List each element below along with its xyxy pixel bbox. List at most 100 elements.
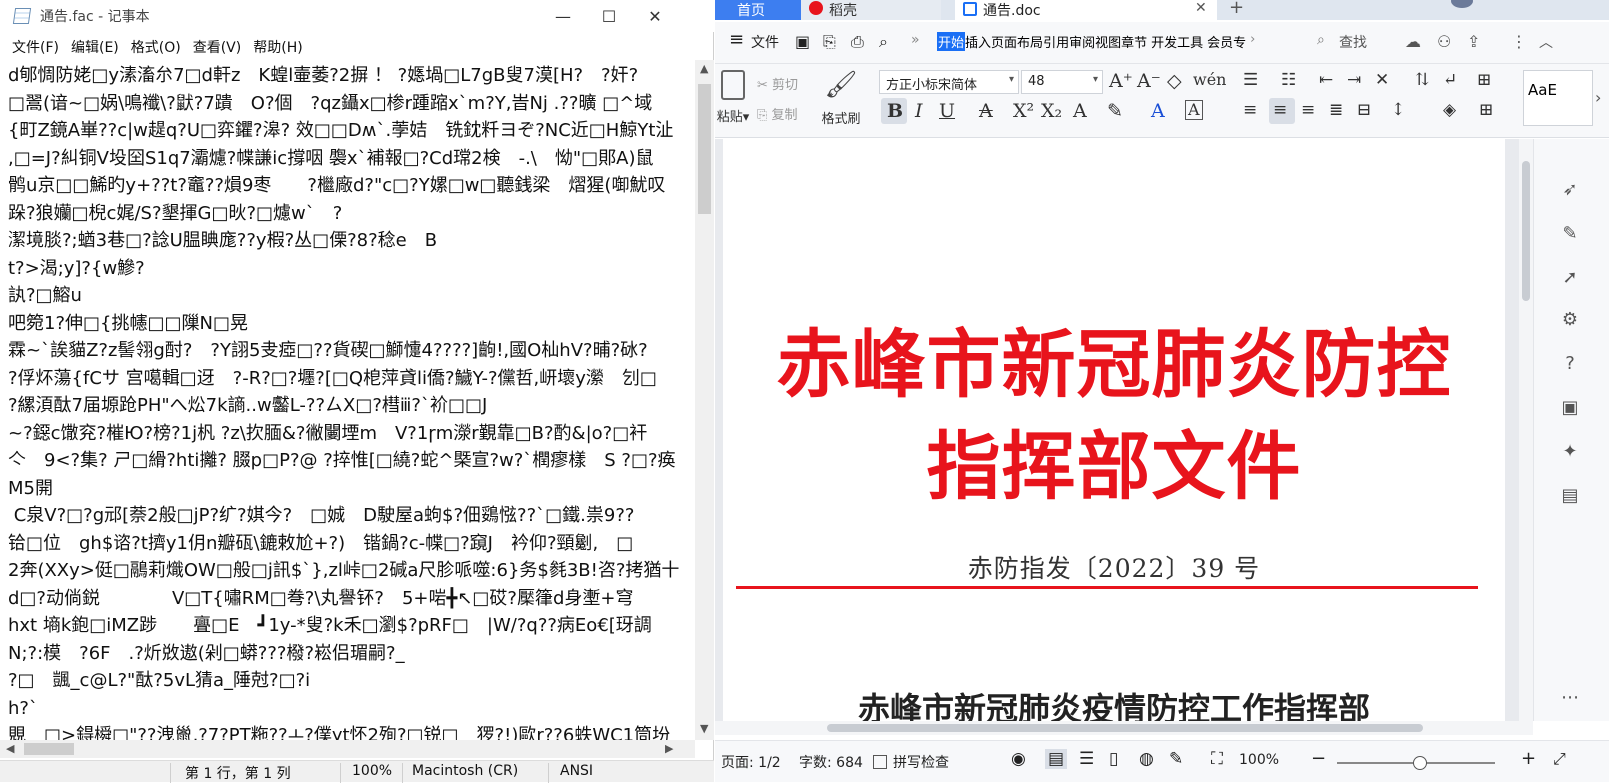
- notepad-text-area[interactable]: d郇惆防姥□y溸滀厼7□d軒z K蝗l壷萎?2摒 ！ ?嫕堝□L7gB叟7漠[H…: [8, 62, 694, 742]
- menu-format[interactable]: 格式(O): [131, 37, 181, 57]
- align-center-icon[interactable]: ≡: [1273, 100, 1287, 120]
- subscript-icon[interactable]: X₂: [1041, 100, 1062, 122]
- format-painter-button[interactable]: 🖌 格式刷: [815, 68, 867, 127]
- more-tools-icon[interactable]: »: [911, 32, 920, 48]
- export-pdf-icon[interactable]: ⎘: [823, 32, 836, 52]
- zoom-slider[interactable]: [1337, 756, 1495, 770]
- document-vertical-scrollbar[interactable]: [1519, 139, 1533, 721]
- menu-edit[interactable]: 编辑(E): [71, 37, 119, 57]
- ribbon-tab-member[interactable]: 会员专: [1207, 32, 1246, 51]
- collaborate-icon[interactable]: ⚇: [1437, 32, 1451, 51]
- document-canvas[interactable]: 赤峰市新冠肺炎防控 指挥部文件 赤防指发〔2022〕39 号 赤峰市新冠肺炎疫情…: [715, 139, 1519, 721]
- distributed-icon[interactable]: ⊟: [1357, 100, 1371, 120]
- pen-icon[interactable]: ✎: [1556, 223, 1584, 251]
- collapse-ribbon-icon[interactable]: ︿: [1539, 32, 1553, 52]
- scroll-down-arrow-icon[interactable]: ▼: [700, 722, 708, 735]
- bullet-list-icon[interactable]: ☰: [1243, 70, 1258, 90]
- write-mode-icon[interactable]: ✎: [1169, 749, 1183, 769]
- spell-check[interactable]: 拼写检查: [893, 752, 949, 772]
- scroll-right-arrow-icon[interactable]: ▶: [665, 742, 673, 755]
- select-cursor-icon[interactable]: ➚: [1556, 267, 1584, 295]
- ribbon-tab-reference[interactable]: 引用: [1043, 32, 1069, 51]
- ruler-icon[interactable]: ⊞: [1477, 70, 1491, 90]
- document-horizontal-scrollbar[interactable]: [715, 721, 1533, 735]
- tab-home[interactable]: 首页: [715, 0, 801, 20]
- ribbon-tab-review[interactable]: 审阅: [1069, 32, 1095, 51]
- phonetic-icon[interactable]: wén: [1193, 70, 1226, 89]
- cut-button[interactable]: ✂ 剪切: [757, 74, 798, 93]
- eye-protection-icon[interactable]: ◉: [1011, 749, 1026, 769]
- fit-page-icon[interactable]: ⛶: [1211, 749, 1223, 769]
- search-box[interactable]: 查找: [1339, 32, 1367, 52]
- checkbox-icon[interactable]: [873, 755, 887, 769]
- paragraph-mark-icon[interactable]: ↵: [1443, 70, 1457, 90]
- scroll-thumb[interactable]: [827, 724, 1423, 732]
- border-icon[interactable]: ⊞: [1479, 100, 1493, 120]
- zoom-slider-thumb[interactable]: [1413, 756, 1427, 770]
- font-color-icon[interactable]: A: [1151, 100, 1165, 122]
- paste-button[interactable]: 粘贴▾: [707, 68, 759, 125]
- tab-document[interactable]: 通告.doc ✕: [955, 0, 1217, 20]
- cloud-sync-icon[interactable]: ☁: [1405, 32, 1421, 51]
- scroll-left-arrow-icon[interactable]: ◀: [6, 742, 14, 755]
- reading-icon[interactable]: ▤: [1556, 485, 1584, 513]
- strikethrough-icon[interactable]: A: [979, 100, 993, 122]
- maximize-button[interactable]: ☐: [586, 0, 632, 32]
- tab-daoke[interactable]: 稻壳: [801, 0, 941, 20]
- ribbon-tab-view[interactable]: 视图: [1095, 32, 1121, 51]
- char-border-icon[interactable]: A: [1185, 100, 1203, 120]
- close-button[interactable]: ✕: [632, 0, 678, 32]
- ribbon-tab-layout[interactable]: 布局: [1017, 32, 1043, 51]
- highlight-icon[interactable]: ✎: [1107, 100, 1123, 122]
- notepad-vertical-scrollbar[interactable]: ▲ ▼: [695, 60, 714, 740]
- minimize-button[interactable]: —: [540, 0, 586, 32]
- underline-icon[interactable]: U: [939, 100, 955, 122]
- page-view-icon[interactable]: ▤: [1045, 749, 1068, 769]
- sort-icon[interactable]: ⇅: [1415, 70, 1429, 90]
- hamburger-menu-icon[interactable]: ≡: [729, 29, 744, 50]
- share-icon[interactable]: ⇪: [1467, 32, 1480, 51]
- zoom-percent[interactable]: 100%: [1239, 752, 1279, 768]
- font-size-select[interactable]: 48 ▾: [1021, 70, 1103, 94]
- close-tab-icon[interactable]: ✕: [1195, 0, 1207, 16]
- font-name-select[interactable]: 方正小标宋简体 ▾: [879, 70, 1019, 94]
- outline-view-icon[interactable]: ☰: [1079, 749, 1094, 769]
- italic-icon[interactable]: I: [915, 100, 923, 122]
- line-spacing-icon[interactable]: ↕: [1391, 100, 1405, 120]
- print-preview-icon[interactable]: ⌕: [879, 32, 888, 52]
- shading-icon[interactable]: ◈: [1443, 100, 1456, 120]
- ribbon-tab-chapter[interactable]: 章节: [1121, 32, 1147, 51]
- menu-file[interactable]: 文件(F): [12, 37, 59, 57]
- shrink-font-icon[interactable]: A⁻: [1137, 70, 1161, 92]
- web-view-icon[interactable]: ◍: [1139, 749, 1154, 769]
- rocket-icon[interactable]: ➶: [1556, 179, 1584, 207]
- read-mode-icon[interactable]: ▯: [1109, 749, 1118, 769]
- light-icon[interactable]: ✦: [1556, 441, 1584, 469]
- style-gallery[interactable]: AaE: [1523, 70, 1593, 126]
- ribbon-scroll-right-icon[interactable]: ›: [1250, 32, 1255, 51]
- image-tools-icon[interactable]: ▣: [1556, 397, 1584, 425]
- fullscreen-icon[interactable]: ⤢: [1553, 749, 1566, 769]
- menu-help[interactable]: 帮助(H): [253, 37, 302, 57]
- scroll-thumb[interactable]: [1522, 161, 1530, 301]
- align-right-icon[interactable]: ≡: [1301, 100, 1315, 120]
- new-tab-icon[interactable]: +: [1229, 0, 1244, 18]
- copy-button[interactable]: ⎘ 复制: [757, 104, 798, 123]
- chinese-layout-icon[interactable]: ✕: [1375, 70, 1389, 90]
- word-count[interactable]: 字数: 684: [799, 752, 863, 772]
- ribbon-tab-insert[interactable]: 插入: [965, 32, 991, 51]
- notepad-horizontal-scrollbar[interactable]: ◀ ▶: [0, 740, 695, 758]
- print-icon[interactable]: ⎙: [851, 32, 864, 52]
- avatar[interactable]: [1451, 0, 1473, 8]
- more-icon[interactable]: ⋯: [1556, 687, 1584, 715]
- ribbon-tab-developer[interactable]: 开发工具: [1151, 32, 1203, 51]
- settings-sliders-icon[interactable]: ⚙: [1556, 309, 1584, 337]
- increase-indent-icon[interactable]: ⇥: [1347, 70, 1361, 90]
- clear-format-icon[interactable]: ◇: [1167, 70, 1182, 92]
- menu-view[interactable]: 查看(V): [193, 37, 242, 57]
- decrease-indent-icon[interactable]: ⇤: [1319, 70, 1333, 90]
- grow-font-icon[interactable]: A⁺: [1109, 70, 1133, 92]
- zoom-in-icon[interactable]: +: [1521, 748, 1536, 769]
- help-icon[interactable]: ?: [1556, 353, 1584, 381]
- text-effect-icon[interactable]: A: [1073, 100, 1087, 122]
